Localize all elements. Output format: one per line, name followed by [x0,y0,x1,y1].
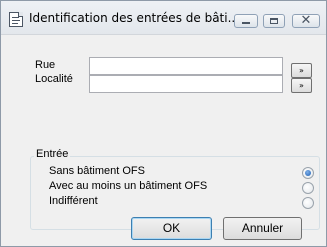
radio-indifferent[interactable] [302,197,314,209]
minimize-button[interactable] [234,14,258,28]
locality-label: Localité [35,73,73,85]
radio-sans-batiment[interactable] [302,167,314,179]
document-icon [9,12,23,27]
window-title: Identification des entrées de bâti... [29,11,240,25]
dialog-body: Rue » Localité » Entrée Sans bâtiment OF… [1,35,326,246]
locality-input[interactable] [89,75,283,93]
dialog-window: Identification des entrées de bâti... ✕ … [0,0,327,247]
title-bar[interactable]: Identification des entrées de bâti... ✕ [1,1,326,35]
radio-avec-batiment[interactable] [302,182,314,194]
locality-browse-button[interactable]: » [291,78,312,93]
radio-label-indifferent[interactable]: Indifférent [49,195,98,207]
close-button[interactable]: ✕ [292,13,320,28]
street-label: Rue [35,59,56,71]
cancel-button[interactable]: Annuler [223,217,302,240]
entry-group-legend: Entrée [34,148,71,160]
close-icon: ✕ [300,13,312,28]
street-input[interactable] [89,57,283,75]
ok-button[interactable]: OK [131,217,212,240]
minimize-icon [242,22,250,24]
radio-label-avec-batiment[interactable]: Avec au moins un bâtiment OFS [49,180,207,192]
maximize-icon [270,18,278,24]
maximize-button[interactable] [263,14,285,28]
radio-label-sans-batiment[interactable]: Sans bâtiment OFS [49,165,145,177]
street-browse-button[interactable]: » [291,63,312,78]
